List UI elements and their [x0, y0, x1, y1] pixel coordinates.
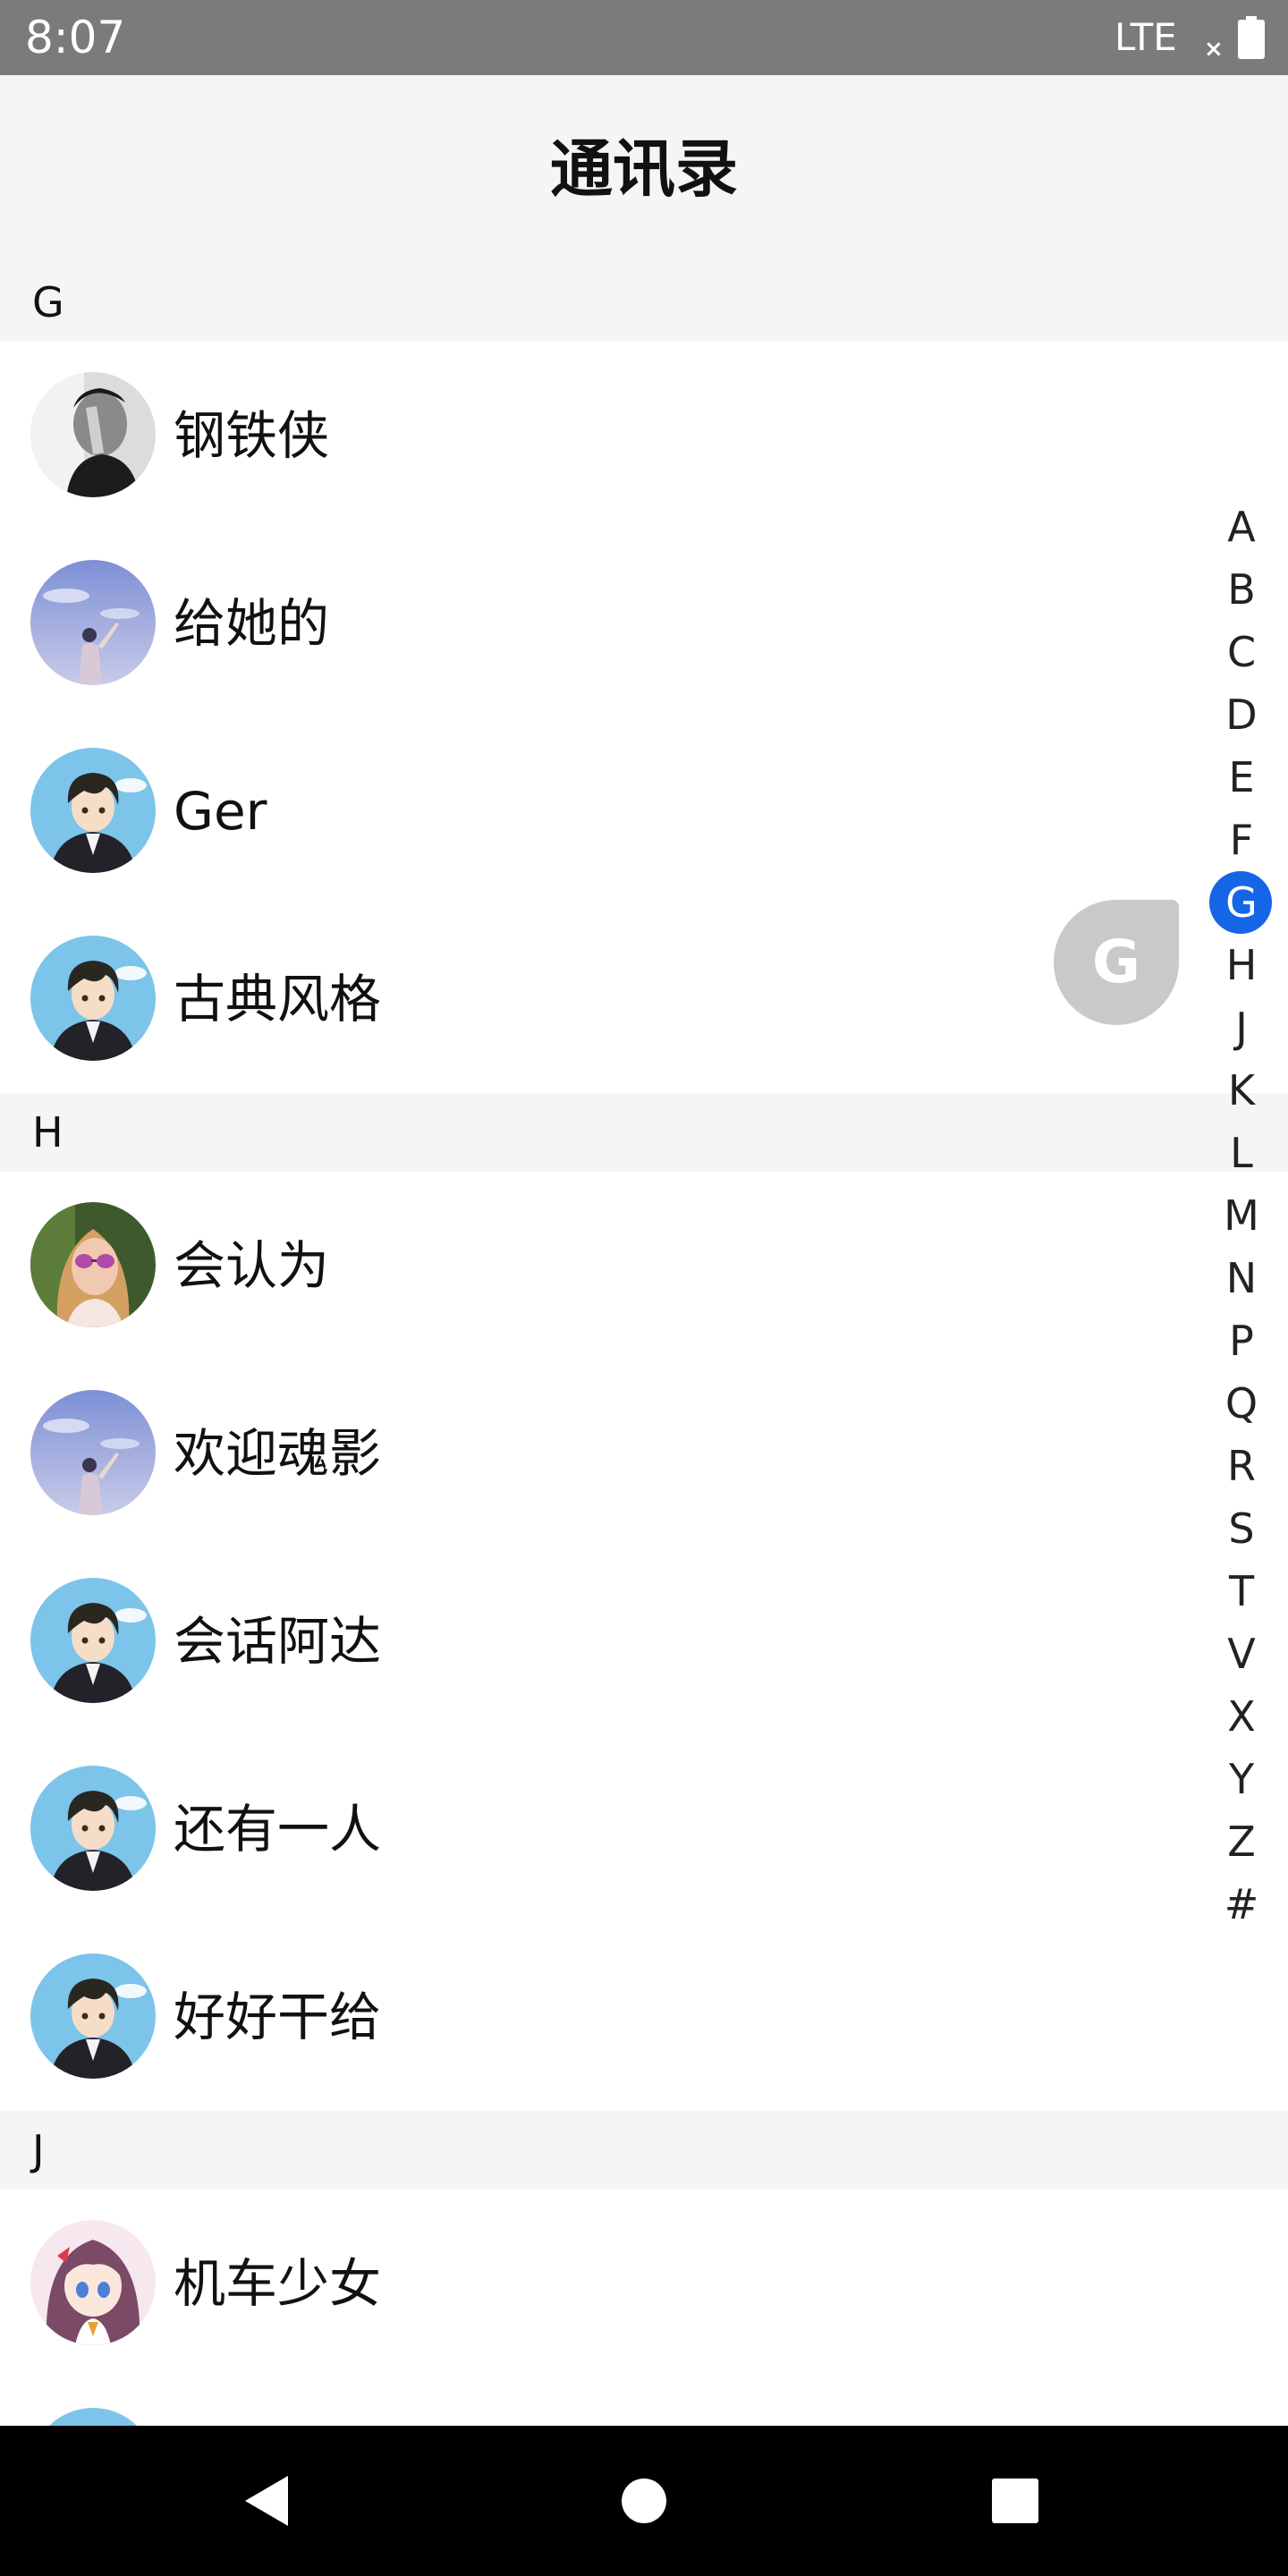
index-letter-label: Z [1227, 1818, 1256, 1866]
index-letter-label: F [1229, 816, 1254, 864]
index-letter-r[interactable]: R [1202, 1435, 1281, 1497]
index-letter-label: Q [1224, 1379, 1258, 1428]
alphabet-index[interactable]: A B C D E F G H J K L M N P Q R S T V X Y Z # [1202, 496, 1281, 1936]
index-letter-label: S [1228, 1504, 1255, 1553]
section-header-j: J [0, 2111, 1288, 2190]
contact-row[interactable]: 机车少女 [0, 2190, 1288, 2377]
index-letter-v[interactable]: V [1202, 1623, 1281, 1685]
index-letter-g[interactable]: G [1202, 871, 1281, 934]
index-letter-label: X [1227, 1692, 1256, 1741]
index-letter-h[interactable]: H [1202, 934, 1281, 996]
index-letter-b[interactable]: B [1202, 558, 1281, 621]
section-header-h: H [0, 1093, 1288, 1172]
contact-avatar [30, 936, 156, 1061]
battery-icon [1238, 16, 1265, 59]
contact-list[interactable]: G 钢铁侠给她的 Ger 古典风格 H 会认为欢迎魂影会话阿达还有一人好好干给 J 机车少女 [0, 263, 1288, 2426]
index-letter-label: D [1225, 691, 1258, 739]
contact-row[interactable]: 好好干给 [0, 1923, 1288, 2111]
contact-row[interactable]: 还有一人 [0, 1735, 1288, 1923]
contact-row[interactable]: 给她的 [0, 530, 1288, 717]
index-letter-label: B [1227, 565, 1256, 614]
index-letter-label: P [1229, 1317, 1254, 1365]
index-letter-s[interactable]: S [1202, 1497, 1281, 1560]
contact-row[interactable]: Ger [0, 717, 1288, 905]
contact-name: 古典风格 [174, 969, 382, 1030]
contact-avatar [30, 2408, 156, 2426]
index-letter-e[interactable]: E [1202, 746, 1281, 809]
index-letter-label: R [1227, 1442, 1256, 1490]
index-letter-label: N [1225, 1254, 1258, 1302]
index-letter-label: T [1228, 1567, 1255, 1615]
page-title: 通讯录 [550, 132, 738, 206]
contact-name: 机车少女 [174, 2253, 382, 2314]
contact-name: Ger [174, 781, 267, 842]
contact-avatar [30, 1766, 156, 1891]
index-letter-k[interactable]: K [1202, 1059, 1281, 1122]
index-letter-hash[interactable]: # [1202, 1873, 1281, 1936]
contact-avatar [30, 2220, 156, 2345]
home-icon[interactable] [621, 2478, 667, 2524]
contact-name: 会话阿达 [174, 1611, 382, 1672]
index-letter-label: E [1228, 753, 1255, 801]
contact-avatar [30, 748, 156, 873]
contact-name: 好好干给 [174, 1987, 382, 2047]
contact-avatar [30, 1202, 156, 1327]
index-letter-x[interactable]: X [1202, 1685, 1281, 1748]
index-letter-m[interactable]: M [1202, 1184, 1281, 1247]
section-letter: G [32, 278, 64, 326]
index-letter-label: Y [1228, 1755, 1255, 1803]
contact-row[interactable]: 欢迎魂影 [0, 1360, 1288, 1547]
index-letter-a[interactable]: A [1202, 496, 1281, 558]
contact-name: 还有一人 [174, 1799, 382, 1860]
index-letter-label: C [1226, 628, 1257, 676]
bubble-letter: G [1091, 928, 1141, 996]
index-letter-label: L [1230, 1129, 1253, 1177]
index-letter-label: A [1227, 503, 1256, 551]
contact-row[interactable]: 钢铁侠 [0, 342, 1288, 530]
network-type: LTE [1114, 15, 1177, 59]
contact-row[interactable]: 会认为 [0, 1172, 1288, 1360]
contact-avatar [30, 560, 156, 685]
contact-avatar [30, 1578, 156, 1703]
contact-name: 钢铁侠 [174, 405, 330, 466]
index-letter-label: # [1224, 1880, 1259, 1928]
index-letter-f[interactable]: F [1202, 809, 1281, 871]
index-letter-l[interactable]: L [1202, 1122, 1281, 1184]
contact-name: 给她的 [174, 593, 330, 654]
index-letter-label: V [1227, 1630, 1256, 1678]
index-letter-c[interactable]: C [1202, 621, 1281, 683]
section-letter: J [32, 2126, 45, 2174]
index-letter-q[interactable]: Q [1202, 1372, 1281, 1435]
contact-avatar [30, 1390, 156, 1515]
index-letter-j[interactable]: J [1202, 996, 1281, 1059]
contact-avatar [30, 1953, 156, 2079]
section-header-g: G [0, 263, 1288, 342]
index-letter-t[interactable]: T [1202, 1560, 1281, 1623]
recents-icon[interactable] [991, 2478, 1039, 2524]
index-letter-label: G [1225, 878, 1258, 927]
contact-row[interactable]: 会话阿达 [0, 1547, 1288, 1735]
index-letter-label: K [1227, 1066, 1256, 1114]
index-letter-d[interactable]: D [1202, 683, 1281, 746]
index-letter-label: J [1235, 1004, 1248, 1052]
index-letter-bubble: G [1054, 900, 1179, 1025]
navigation-bar [0, 2426, 1288, 2576]
index-letter-p[interactable]: P [1202, 1309, 1281, 1372]
contact-name: 欢迎魂影 [174, 1423, 382, 1484]
no-signal-icon: × [1204, 36, 1224, 63]
contact-name: 会认为 [174, 1235, 330, 1296]
index-letter-z[interactable]: Z [1202, 1810, 1281, 1873]
section-letter: H [32, 1108, 64, 1157]
index-letter-label: H [1225, 941, 1258, 989]
contact-avatar [30, 372, 156, 497]
contact-row[interactable] [0, 2377, 1288, 2426]
status-time: 8:07 [25, 12, 126, 64]
index-letter-label: M [1224, 1191, 1259, 1240]
index-letter-n[interactable]: N [1202, 1247, 1281, 1309]
title-bar: 通讯录 [0, 75, 1288, 263]
index-letter-y[interactable]: Y [1202, 1748, 1281, 1810]
back-icon[interactable] [242, 2474, 292, 2528]
status-bar: 8:07 LTE × [0, 0, 1288, 75]
